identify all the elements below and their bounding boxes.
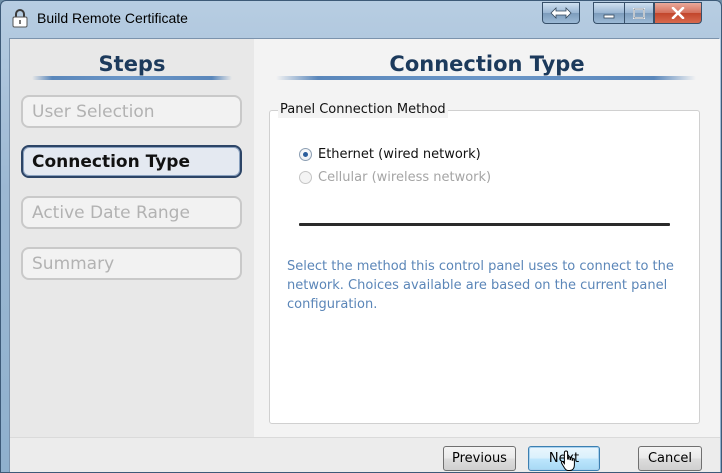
cellular-option: Cellular (wireless network) [299, 170, 491, 185]
maximize-button[interactable] [624, 2, 654, 24]
window-title: Build Remote Certificate [37, 10, 188, 26]
cellular-label: Cellular (wireless network) [318, 170, 492, 185]
lock-icon [9, 7, 31, 29]
group-legend: Panel Connection Method [278, 102, 448, 118]
step-user-selection: User Selection [21, 95, 242, 128]
minimize-icon [603, 4, 615, 23]
step-active-date-range: Active Date Range [21, 196, 242, 229]
restore-size-button[interactable] [542, 2, 580, 24]
ethernet-option[interactable]: Ethernet (wired network) [299, 147, 481, 162]
close-button[interactable] [654, 2, 702, 24]
step-connection-type: Connection Type [21, 145, 242, 178]
steps-title-underline [32, 76, 232, 80]
separator-line [299, 223, 670, 226]
page-title-underline [276, 76, 696, 80]
cancel-button[interactable]: Cancel [638, 446, 702, 471]
close-icon [671, 4, 685, 23]
previous-button[interactable]: Previous [443, 446, 516, 471]
dialog-window: Build Remote Certificate Steps User Sele… [0, 0, 722, 473]
help-text: Select the method this control panel use… [287, 259, 674, 312]
step-summary: Summary [21, 247, 242, 280]
cellular-radio [299, 171, 312, 184]
page-title: Connection Type [389, 52, 585, 76]
ethernet-radio[interactable] [299, 148, 312, 161]
double-arrow-icon [550, 4, 572, 23]
ethernet-label[interactable]: Ethernet (wired network) [318, 147, 481, 162]
connection-method-group: Panel Connection Method Ethernet (wired … [269, 102, 700, 424]
title-bar[interactable]: Build Remote Certificate [1, 1, 721, 35]
steps-title: Steps [98, 52, 166, 76]
next-button[interactable]: Next [528, 446, 600, 471]
button-bar: Previous Next Cancel [10, 437, 720, 472]
minimize-button[interactable] [593, 2, 624, 24]
maximize-icon [633, 4, 645, 23]
dialog-client-area: Steps User Selection Connection Type Act… [9, 38, 720, 472]
main-pane: Connection Type Panel Connection Method … [254, 39, 720, 437]
steps-pane: Steps User Selection Connection Type Act… [10, 39, 254, 437]
